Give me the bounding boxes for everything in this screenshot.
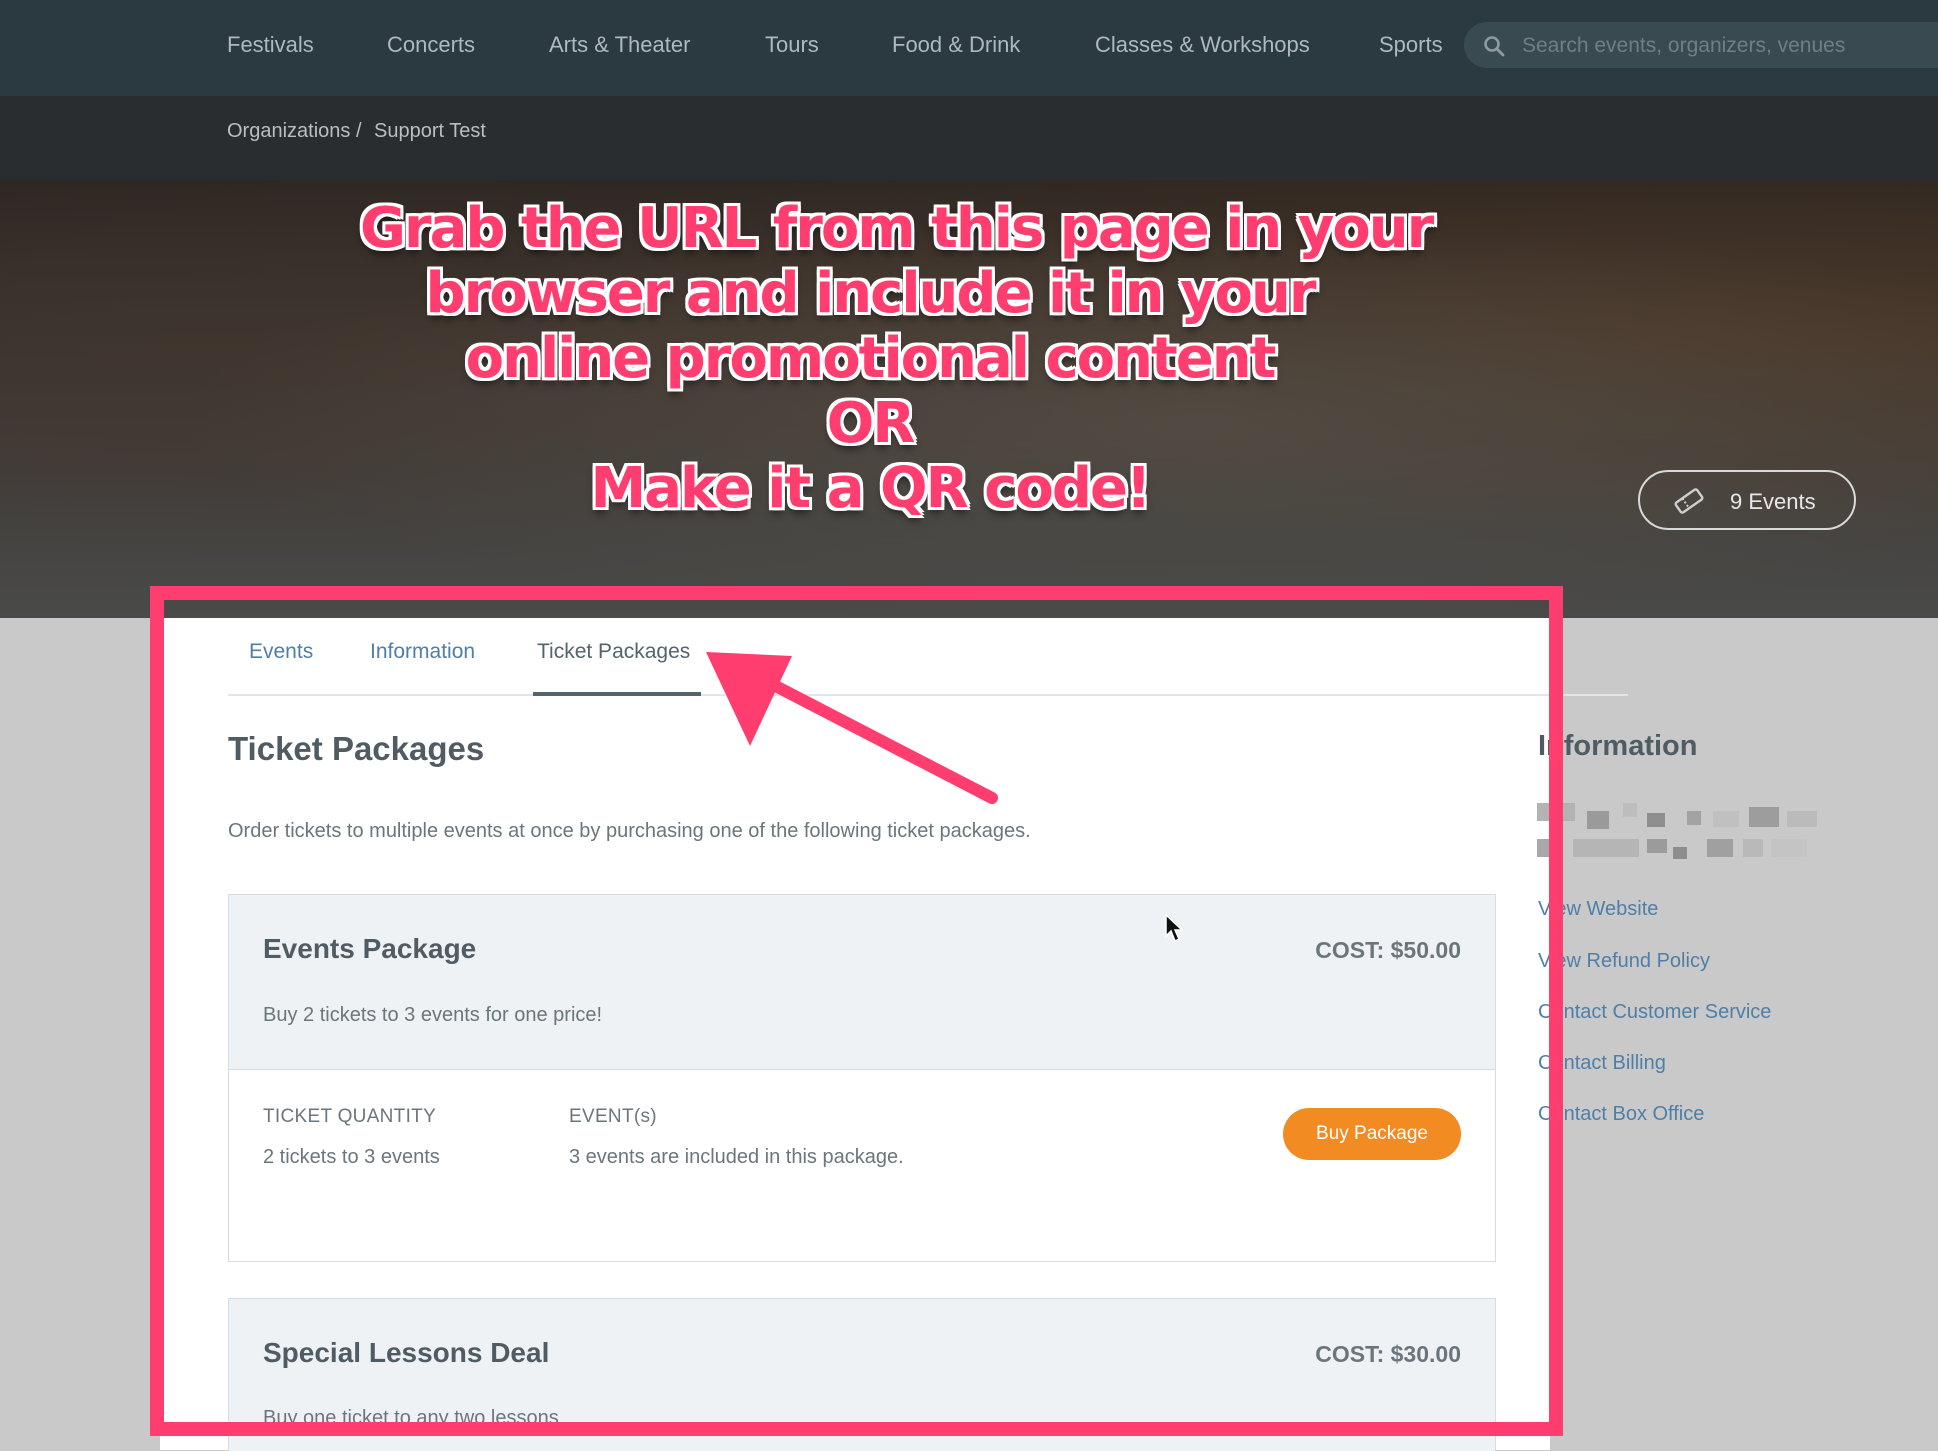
sidebar-link-box-office[interactable]: Contact Box Office	[1538, 1103, 1704, 1126]
package-header: Special Lessons Deal COST: $30.00 Buy on…	[229, 1299, 1495, 1451]
sidebar-link-customer-service[interactable]: Contact Customer Service	[1538, 1001, 1771, 1024]
tab-ticket-packages[interactable]: Ticket Packages	[537, 640, 690, 664]
breadcrumb-organizations[interactable]: Organizations /	[227, 120, 362, 143]
breadcrumb: Organizations / Support Test	[0, 96, 1938, 180]
annotation-line: Grab the URL from this page in your	[360, 196, 1434, 261]
annotation-callout: Grab the URL from this page in your brow…	[360, 196, 1434, 521]
events-header: EVENT(s)	[569, 1106, 657, 1127]
package-description: Buy 2 tickets to 3 events for one price!	[263, 1004, 603, 1026]
ticket-quantity-value: 2 tickets to 3 events	[263, 1146, 440, 1168]
nav-item-food-drink[interactable]: Food & Drink	[892, 32, 1020, 58]
package-name: Special Lessons Deal	[263, 1337, 550, 1368]
package-card: Events Package COST: $50.00 Buy 2 ticket…	[228, 894, 1496, 1262]
package-cost: COST: $30.00	[1315, 1341, 1461, 1367]
package-description: Buy one ticket to any two lessons	[263, 1407, 559, 1429]
active-tab-indicator	[533, 692, 701, 696]
nav-item-arts-theater[interactable]: Arts & Theater	[549, 32, 690, 58]
page-title: Ticket Packages	[228, 730, 485, 767]
annotation-line: browser and include it in your	[425, 261, 1317, 326]
sidebar-link-billing[interactable]: Contact Billing	[1538, 1052, 1666, 1075]
top-nav: Festivals Concerts Arts & Theater Tours …	[0, 0, 1938, 96]
events-count-button[interactable]: 9 Events	[1638, 470, 1856, 530]
mouse-cursor-icon	[1165, 914, 1184, 943]
tab-information[interactable]: Information	[370, 640, 475, 664]
package-cost: COST: $50.00	[1315, 937, 1461, 963]
sidebar-link-refund-policy[interactable]: View Refund Policy	[1538, 950, 1710, 973]
annotation-line: online promotional content	[465, 326, 1277, 391]
sidebar-title: Information	[1538, 730, 1698, 762]
annotation-line: Make it a QR code!	[590, 456, 1152, 521]
package-card: Special Lessons Deal COST: $30.00 Buy on…	[228, 1298, 1496, 1451]
nav-item-concerts[interactable]: Concerts	[387, 32, 475, 58]
annotation-line: OR	[826, 391, 916, 456]
nav-item-festivals[interactable]: Festivals	[227, 32, 314, 58]
ticket-quantity-header: TICKET QUANTITY	[263, 1106, 437, 1127]
breadcrumb-current: Support Test	[374, 120, 486, 142]
sidebar-link-website[interactable]: View Website	[1538, 898, 1658, 921]
tabs-divider	[228, 694, 1628, 696]
tab-events[interactable]: Events	[249, 640, 313, 664]
package-details: TICKET QUANTITY 2 tickets to 3 events EV…	[229, 1070, 1495, 1262]
nav-item-sports[interactable]: Sports	[1379, 32, 1443, 58]
section-description: Order tickets to multiple events at once…	[228, 820, 1031, 842]
ticket-icon	[1674, 488, 1704, 514]
package-header: Events Package COST: $50.00 Buy 2 ticket…	[229, 895, 1495, 1070]
search-input[interactable]	[1520, 22, 1924, 70]
nav-item-tours[interactable]: Tours	[765, 32, 819, 58]
events-count-label: 9 Events	[1730, 489, 1816, 514]
nav-item-classes-workshops[interactable]: Classes & Workshops	[1095, 32, 1310, 58]
events-value: 3 events are included in this package.	[569, 1146, 904, 1168]
search-icon[interactable]	[1482, 34, 1506, 58]
buy-package-button[interactable]: Buy Package	[1283, 1108, 1461, 1160]
package-name: Events Package	[263, 933, 477, 964]
search-box	[1464, 22, 1938, 70]
